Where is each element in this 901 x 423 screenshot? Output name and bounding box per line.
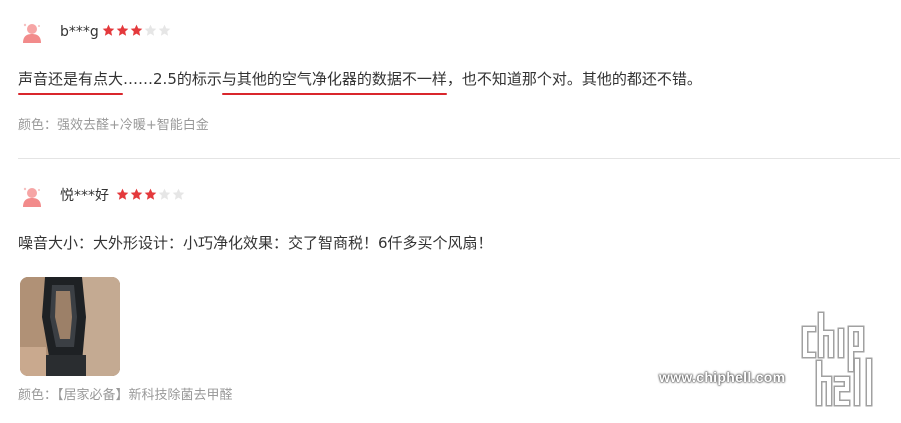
fan-photo-image bbox=[20, 277, 120, 376]
star-filled-icon bbox=[130, 24, 143, 36]
chiphell-logo-icon bbox=[801, 311, 873, 407]
comment-text: ……2.5的标示 bbox=[123, 70, 222, 88]
avatar-icon bbox=[23, 187, 41, 207]
star-empty-icon bbox=[158, 188, 171, 200]
star-rating bbox=[116, 188, 185, 202]
site-watermark: www.chiphell.com bbox=[659, 309, 889, 409]
review-divider bbox=[18, 158, 900, 159]
star-filled-icon bbox=[116, 24, 129, 36]
star-filled-icon bbox=[144, 188, 157, 200]
review-comment: 声音还是有点大……2.5的标示与其他的空气净化器的数据不一样，也不知道那个对。其… bbox=[18, 69, 702, 95]
avatar-icon bbox=[23, 23, 41, 43]
star-filled-icon bbox=[116, 188, 129, 200]
highlighted-text: 与其他的空气净化器的数据不一样 bbox=[221, 70, 447, 95]
star-filled-icon bbox=[130, 188, 143, 200]
product-variant: 颜色：【居家必备】新科技除菌去甲醛 bbox=[18, 388, 233, 403]
review-username: b***g bbox=[60, 24, 99, 40]
highlighted-text: 声音还是有点大 bbox=[18, 70, 124, 95]
star-filled-icon bbox=[102, 24, 115, 36]
star-empty-icon bbox=[144, 24, 157, 36]
review-user-row: 悦***好 bbox=[18, 182, 900, 210]
review-item: b***g 声音还是有点大……2.5的标示与其他的空气净化器的数据不一样，也不知… bbox=[18, 18, 900, 133]
review-username: 悦***好 bbox=[60, 188, 109, 204]
watermark-url: www.chiphell.com bbox=[659, 369, 786, 385]
product-variant: 颜色：强效去醛+冷暖+智能白金 bbox=[18, 118, 209, 133]
review-comment: 噪音大小：大外形设计：小巧净化效果：交了智商税！6仟多买个风扇！ bbox=[18, 233, 493, 253]
star-empty-icon bbox=[158, 24, 171, 36]
review-item: 悦***好 噪音大小：大外形设计：小巧净化效果：交了智商税！6仟多买个风扇！ 颜… bbox=[18, 182, 900, 403]
star-rating bbox=[102, 24, 171, 38]
comment-text: ，也不知道那个对。其他的都还不错。 bbox=[446, 70, 702, 88]
comment-text: 噪音大小：大外形设计：小巧净化效果：交了智商税！6仟多买个风扇！ bbox=[18, 234, 493, 252]
review-photo-thumbnail[interactable] bbox=[20, 277, 120, 376]
star-empty-icon bbox=[172, 188, 185, 200]
review-user-row: b***g bbox=[18, 18, 900, 46]
